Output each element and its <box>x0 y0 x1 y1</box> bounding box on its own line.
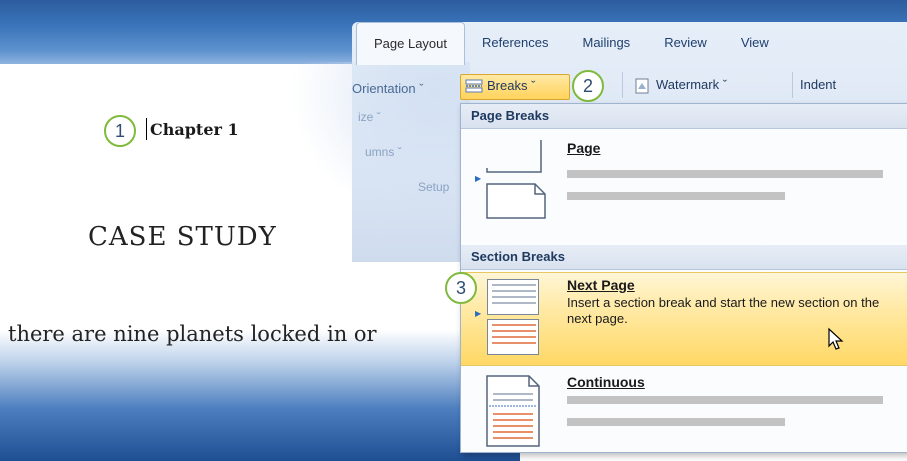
placeholder-line <box>567 418 785 426</box>
breaks-button[interactable]: Breaks ˇ <box>460 74 570 100</box>
watermark-icon <box>634 78 650 99</box>
menu-item-page[interactable]: ▶ Page <box>461 130 907 238</box>
tab-view[interactable]: View <box>724 22 786 64</box>
watermark-label: Watermark ˇ <box>656 77 728 92</box>
watermark-button[interactable]: Watermark ˇ <box>630 74 786 98</box>
callout-1: 1 <box>104 115 136 147</box>
continuous-break-icon <box>485 374 541 448</box>
columns-button[interactable]: umns ˇ <box>365 145 402 159</box>
page-setup-group-label: Setup <box>418 180 450 194</box>
page-breaks-header: Page Breaks <box>461 104 907 129</box>
callout-2: 2 <box>572 70 604 102</box>
background-gradient <box>0 330 520 461</box>
breaks-icon <box>465 79 483 93</box>
breaks-menu: Page Breaks ▶ Page Section Breaks ▶ Next… <box>445 103 907 453</box>
placeholder-line <box>567 170 883 178</box>
pointer-arrow-icon: ▶ <box>475 309 482 318</box>
next-page-icon-top <box>487 279 539 315</box>
ribbon-tabs: Page Layout References Mailings Review V… <box>356 21 786 65</box>
breaks-label: Breaks ˇ <box>487 78 536 93</box>
placeholder-line <box>567 192 785 200</box>
menu-item-continuous[interactable]: Continuous <box>461 368 907 450</box>
text-cursor <box>146 118 147 140</box>
continuous-title: Continuous <box>567 374 645 390</box>
orientation-button[interactable]: Orientation ˇ <box>352 78 424 100</box>
case-study-heading[interactable]: CASE STUDY <box>88 222 277 252</box>
placeholder-line <box>567 396 883 404</box>
ribbon-separator <box>622 72 623 98</box>
next-page-description: Insert a section break and start the new… <box>567 295 880 326</box>
tab-review[interactable]: Review <box>647 22 724 64</box>
page-lines <box>488 280 540 320</box>
indent-label: Indent <box>800 77 837 92</box>
callout-3: 3 <box>445 272 477 304</box>
ribbon-separator <box>792 72 793 98</box>
section-breaks-header: Section Breaks <box>461 245 907 270</box>
page-lines <box>488 320 540 360</box>
menu-item-next-page[interactable]: ▶ Next Page Insert a section break and s… <box>461 272 907 366</box>
page-item-title: Page <box>567 140 601 156</box>
page-break-icon <box>485 138 551 222</box>
tab-references[interactable]: References <box>465 22 565 64</box>
tab-mailings[interactable]: Mailings <box>566 22 648 64</box>
body-text[interactable]: there are nine planets locked in or <box>8 322 377 346</box>
mouse-cursor-icon <box>827 327 845 356</box>
next-page-title: Next Page <box>567 277 635 293</box>
tab-page-layout[interactable]: Page Layout <box>356 21 466 65</box>
pointer-arrow-icon: ▶ <box>475 174 482 183</box>
chapter-heading[interactable]: Chapter 1 <box>150 120 239 139</box>
size-button[interactable]: ize ˇ <box>358 110 381 124</box>
word-screenshot: 1 Chapter 1 CASE STUDY there are nine pl… <box>0 0 907 461</box>
next-page-icon-bottom <box>487 319 539 355</box>
